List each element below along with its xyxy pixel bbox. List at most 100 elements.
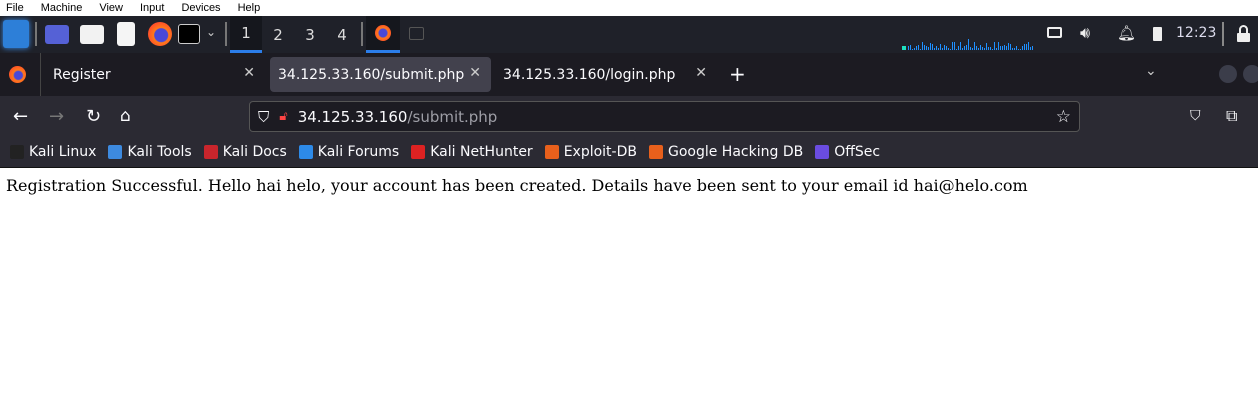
vm-menu-bar: File Machine View Input Devices Help <box>0 0 1258 16</box>
graph-bar <box>1016 46 1017 50</box>
graph-bar <box>940 44 941 50</box>
battery-icon[interactable] <box>1153 27 1162 41</box>
bookmark-label: Exploit-DB <box>563 144 637 160</box>
menu-file[interactable]: File <box>6 2 24 14</box>
graph-bar <box>944 45 945 50</box>
maximize-button[interactable] <box>1243 65 1258 83</box>
menu-help[interactable]: Help <box>238 2 261 14</box>
notification-bell-icon[interactable]: 🔔︎ <box>1117 24 1136 42</box>
graph-bar <box>920 49 921 50</box>
minimize-button[interactable] <box>1219 65 1237 83</box>
lock-screen-icon[interactable] <box>1237 25 1250 42</box>
workspace-4[interactable]: 4 <box>326 16 358 53</box>
text-editor-icon[interactable] <box>117 22 135 46</box>
graph-bar <box>998 42 999 50</box>
bookmark-label: Kali Linux <box>29 144 97 160</box>
graph-bar <box>984 48 985 50</box>
tab-bar: Register ✕ 34.125.33.160/submit.php ✕ 34.1… <box>0 53 1258 96</box>
workspace-1[interactable]: 1 <box>230 16 262 53</box>
graph-bar <box>966 45 967 50</box>
terminal-window-icon[interactable] <box>409 27 424 40</box>
bookmark-kali-forums[interactable]: Kali Forums <box>298 144 399 160</box>
shield-icon[interactable]: ⛉ <box>258 108 269 126</box>
graph-bar <box>946 46 947 50</box>
new-tab-button[interactable]: + <box>729 62 746 86</box>
desktop-icon[interactable] <box>45 25 69 44</box>
graph-bar <box>1000 46 1001 50</box>
graph-bar <box>952 42 953 50</box>
tab-register[interactable]: Register ✕ <box>45 57 265 92</box>
close-tab-icon[interactable]: ✕ <box>469 65 481 81</box>
bookmark-kali-linux[interactable]: Kali Linux <box>10 144 96 160</box>
tab-submit[interactable]: 34.125.33.160/submit.php ✕ <box>270 57 491 92</box>
tab-login[interactable]: 34.125.33.160/login.php ✕ <box>495 57 717 92</box>
graph-bar <box>916 46 917 50</box>
file-manager-icon[interactable] <box>80 25 104 44</box>
graph-bar <box>964 46 965 50</box>
reload-button[interactable]: ↻ <box>86 106 101 127</box>
chevron-down-icon[interactable]: ⌄ <box>206 25 216 39</box>
extensions-icon[interactable]: ⧉ <box>1226 106 1237 126</box>
graph-bar <box>908 46 909 50</box>
graph-bar <box>928 47 929 50</box>
bookmark-kali-tools[interactable]: Kali Tools <box>108 144 192 160</box>
bookmark-favicon-icon <box>411 145 426 159</box>
graph-bar <box>1010 44 1011 50</box>
bookmark-favicon-icon <box>815 145 830 159</box>
bookmark-google-hacking-db[interactable]: Google Hacking DB <box>648 144 803 160</box>
bookmark-kali-docs[interactable]: Kali Docs <box>203 144 287 160</box>
firefox-window-button[interactable] <box>366 16 400 53</box>
bookmark-offsec[interactable]: OffSec <box>815 144 880 160</box>
home-button[interactable]: ⌂ <box>120 106 131 126</box>
graph-bar <box>958 46 959 50</box>
tab-label: 34.125.33.160/login.php <box>503 66 676 83</box>
bookmark-favicon-icon <box>298 145 313 159</box>
workspace-3[interactable]: 3 <box>294 16 326 53</box>
graph-bar <box>1030 47 1031 50</box>
graph-bar <box>968 39 969 50</box>
firefox-view-icon[interactable] <box>9 66 26 83</box>
graph-bar <box>990 47 991 50</box>
registration-message: Registration Successful. Hello hai helo,… <box>6 176 1028 195</box>
graph-bar <box>996 48 997 50</box>
clock[interactable]: 12:23 <box>1176 25 1216 41</box>
graph-bar <box>1018 49 1019 50</box>
bookmarks-toolbar: Kali Linux Kali Tools Kali Docs Kali Forums… <box>0 137 1258 168</box>
close-tab-icon[interactable]: ✕ <box>695 65 707 81</box>
graph-bar <box>948 48 949 50</box>
graph-bar <box>1006 46 1007 50</box>
back-button[interactable]: ← <box>13 106 28 127</box>
url-bar[interactable]: ⛉ 🔓︎ 34.125.33.160/submit.php ☆ <box>249 101 1080 132</box>
graph-bar <box>1014 48 1015 50</box>
network-icon[interactable] <box>1047 27 1062 38</box>
graph-bar <box>976 46 977 50</box>
graph-bar <box>978 48 979 50</box>
graph-bar <box>910 45 911 50</box>
menu-view[interactable]: View <box>99 2 123 14</box>
kali-menu-icon[interactable] <box>3 20 29 48</box>
forward-button[interactable]: → <box>49 106 64 127</box>
list-tabs-chevron-icon[interactable]: ⌄ <box>1145 63 1157 79</box>
graph-bar <box>926 46 927 50</box>
graph-bar <box>988 47 989 50</box>
bookmark-kali-nethunter[interactable]: Kali NetHunter <box>411 144 533 160</box>
bookmark-exploit-db[interactable]: Exploit-DB <box>544 144 637 160</box>
graph-bar <box>972 48 973 50</box>
close-tab-icon[interactable]: ✕ <box>243 65 255 81</box>
pocket-icon[interactable]: ⛉ <box>1190 108 1201 124</box>
insecure-lock-icon[interactable]: 🔓︎ <box>279 109 287 124</box>
menu-machine[interactable]: Machine <box>41 2 83 14</box>
graph-bar <box>1028 42 1029 50</box>
terminal-icon[interactable] <box>178 24 200 44</box>
workspace-2[interactable]: 2 <box>262 16 294 53</box>
menu-devices[interactable]: Devices <box>181 2 220 14</box>
graph-bar <box>1022 46 1023 50</box>
graph-marker <box>902 46 906 50</box>
graph-bar <box>1032 46 1033 50</box>
menu-input[interactable]: Input <box>140 2 164 14</box>
bookmark-star-icon[interactable]: ☆ <box>1056 107 1071 127</box>
volume-icon[interactable]: 🔊︎ <box>1080 23 1090 43</box>
firefox-icon[interactable] <box>148 22 172 46</box>
graph-bar <box>1008 43 1009 50</box>
bookmark-favicon-icon <box>108 145 123 159</box>
